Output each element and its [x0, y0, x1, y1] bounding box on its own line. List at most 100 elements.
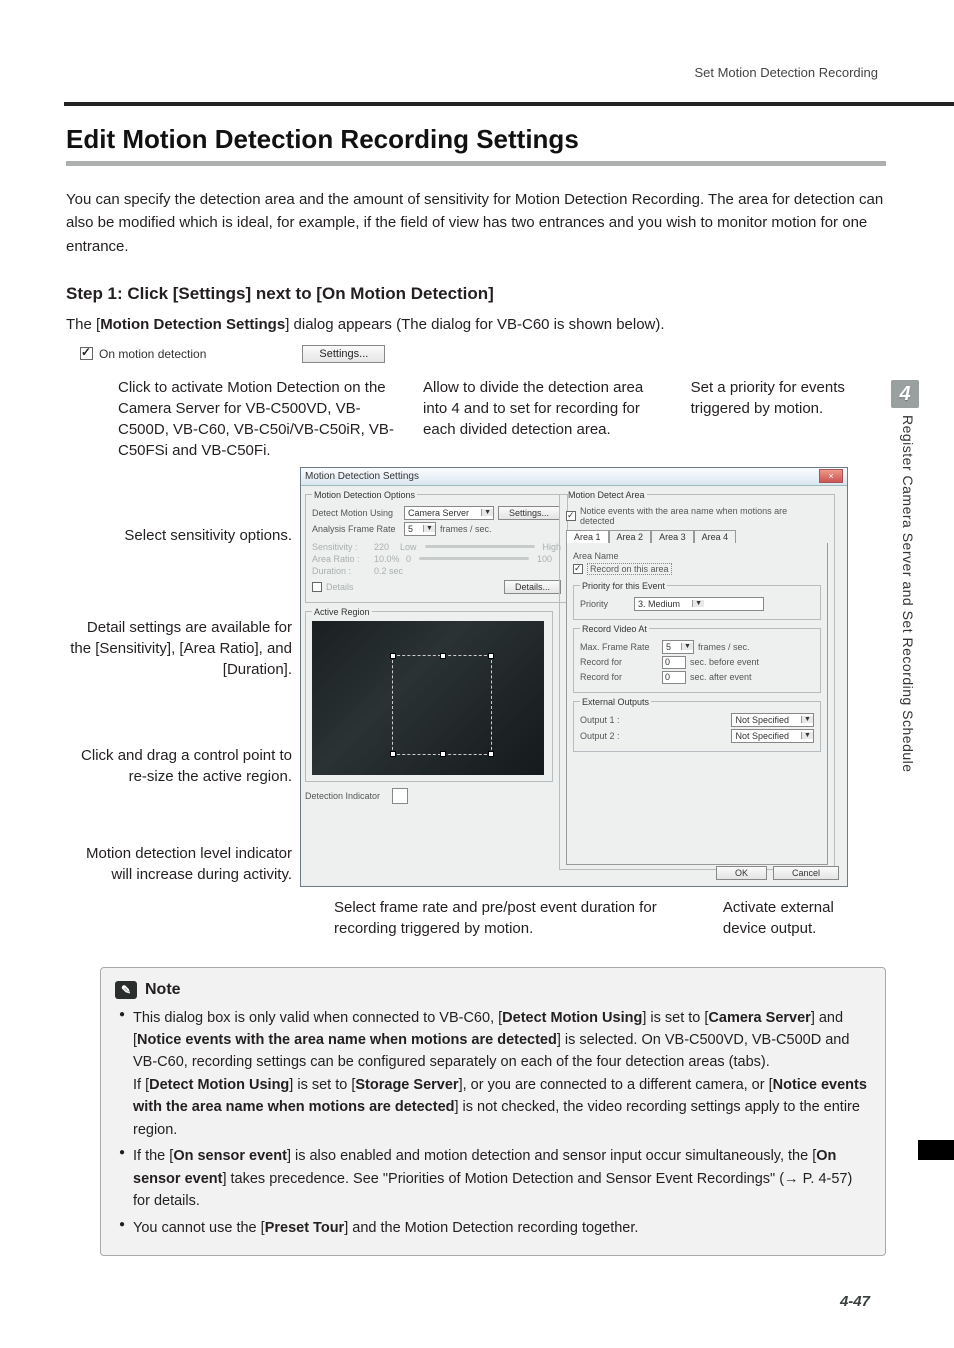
record-for-after-input[interactable]: 0 — [662, 671, 686, 684]
record-for-after-label: Record for — [580, 672, 658, 682]
notice-events-checkbox[interactable] — [566, 511, 576, 521]
title-rule — [66, 161, 886, 166]
step1-heading: Step 1: Click [Settings] next to [On Mot… — [66, 284, 878, 304]
callout-resize-region: Click and drag a control point to re-siz… — [66, 745, 292, 787]
page-number: 4-47 — [840, 1293, 870, 1310]
area-name-label: Area Name — [573, 551, 619, 561]
active-region-legend: Active Region — [312, 607, 372, 617]
callout-indicator: Motion detection level indicator will in… — [66, 843, 292, 885]
resize-handle[interactable] — [440, 653, 446, 659]
ok-button[interactable]: OK — [716, 866, 767, 880]
sensitivity-value: 220 — [374, 542, 396, 552]
max-frame-rate-select[interactable]: 5▼ — [662, 640, 694, 654]
details-checkbox[interactable] — [312, 582, 322, 592]
rva-legend: Record Video At — [580, 624, 649, 634]
area-ratio-slider[interactable] — [419, 557, 529, 560]
step1-subtext: The [Motion Detection Settings] dialog a… — [66, 316, 878, 333]
motion-detection-settings-dialog: Motion Detection Settings × Motion Detec… — [300, 467, 848, 887]
mda-legend: Motion Detect Area — [566, 490, 647, 500]
resize-handle[interactable] — [440, 751, 446, 757]
area-ratio-label: Area Ratio : — [312, 554, 370, 564]
output1-label: Output 1 : — [580, 715, 630, 725]
callout-details: Detail settings are available for the [S… — [66, 617, 292, 680]
output2-select[interactable]: Not Specified▼ — [731, 729, 814, 743]
on-motion-detection-row: On motion detection Settings... — [80, 345, 878, 363]
external-outputs-group: External Outputs Output 1 : Not Specifie… — [573, 697, 821, 752]
motion-detection-options-group: Motion Detection Options Detect Motion U… — [305, 490, 568, 603]
callout-sensitivity: Select sensitivity options. — [124, 525, 292, 546]
priority-group: Priority for this Event Priority 3. Medi… — [573, 581, 821, 620]
note-icon: ✎ — [115, 981, 137, 999]
chapter-tab: 4 — [891, 380, 919, 408]
area-ratio-value: 10.0% — [374, 554, 402, 564]
record-for-before-unit: sec. before event — [690, 657, 759, 667]
chevron-down-icon: ▼ — [692, 600, 704, 607]
record-on-area-checkbox[interactable] — [573, 564, 583, 574]
record-for-before-input[interactable]: 0 — [662, 656, 686, 669]
edge-marker — [918, 1140, 954, 1160]
settings-button[interactable]: Settings... — [302, 345, 385, 363]
priority-select[interactable]: 3. Medium▼ — [634, 597, 764, 611]
output2-label: Output 2 : — [580, 731, 630, 741]
detect-settings-button[interactable]: Settings... — [498, 506, 560, 520]
area-tabs: Area 1 Area 2 Area 3 Area 4 — [566, 530, 828, 543]
priority-legend: Priority for this Event — [580, 581, 667, 591]
afps-unit: frames / sec. — [440, 524, 492, 534]
chapter-side-title: Register Camera Server and Set Recording… — [900, 415, 916, 773]
resize-handle[interactable] — [488, 653, 494, 659]
sensitivity-label: Sensitivity : — [312, 542, 370, 552]
chevron-down-icon: ▼ — [681, 643, 693, 650]
priority-label: Priority — [580, 599, 630, 609]
details-checkbox-label: Details — [326, 582, 354, 592]
duration-label: Duration : — [312, 566, 370, 576]
record-on-area-label: Record on this area — [587, 563, 672, 575]
notice-events-label: Notice events with the area name when mo… — [580, 506, 810, 526]
note-item-2: If the [On sensor event] is also enabled… — [119, 1145, 871, 1212]
resize-handle[interactable] — [390, 653, 396, 659]
top-annotations: Click to activate Motion Detection on th… — [118, 377, 878, 461]
active-region-group: Active Region — [305, 607, 553, 782]
note-title: Note — [145, 978, 181, 1003]
analysis-frame-rate-select[interactable]: 5▼ — [404, 522, 436, 536]
record-for-before-label: Record for — [580, 657, 658, 667]
resize-handle[interactable] — [390, 751, 396, 757]
tab-area-1[interactable]: Area 1 — [566, 530, 609, 543]
detect-motion-using-label: Detect Motion Using — [312, 508, 400, 518]
detection-indicator-label: Detection Indicator — [305, 791, 380, 801]
low-label: Low — [400, 542, 417, 552]
max-frame-rate-label: Max. Frame Rate — [580, 642, 658, 652]
dialog-title: Motion Detection Settings — [305, 471, 419, 482]
close-icon[interactable]: × — [819, 469, 843, 483]
hundred-label: 100 — [537, 554, 552, 564]
ext-legend: External Outputs — [580, 697, 651, 707]
note-box: ✎ Note This dialog box is only valid whe… — [100, 967, 886, 1256]
detection-indicator-box — [392, 788, 408, 804]
bottom-annotations: Select frame rate and pre/post event dur… — [334, 897, 878, 939]
page-title: Edit Motion Detection Recording Settings — [66, 124, 878, 155]
annot-activate: Click to activate Motion Detection on th… — [118, 377, 399, 461]
intro-paragraph: You can specify the detection area and t… — [66, 188, 886, 258]
annot-frame-rate: Select frame rate and pre/post event dur… — [334, 897, 683, 939]
on-motion-detection-checkbox[interactable] — [80, 347, 93, 360]
tab-area-2[interactable]: Area 2 — [609, 530, 652, 543]
selection-rectangle[interactable] — [392, 655, 492, 755]
detect-motion-using-select[interactable]: Camera Server▼ — [404, 506, 494, 520]
duration-value: 0.2 sec — [374, 566, 403, 576]
running-header: Set Motion Detection Recording — [694, 65, 878, 80]
tab-area-4[interactable]: Area 4 — [694, 530, 737, 543]
max-frame-rate-unit: frames / sec. — [698, 642, 750, 652]
output1-select[interactable]: Not Specified▼ — [731, 713, 814, 727]
tab-area-3[interactable]: Area 3 — [651, 530, 694, 543]
resize-handle[interactable] — [488, 751, 494, 757]
cancel-button[interactable]: Cancel — [773, 866, 839, 880]
active-region-preview[interactable] — [312, 621, 544, 775]
sensitivity-slider[interactable] — [425, 545, 535, 548]
annot-external-output: Activate external device output. — [723, 897, 878, 939]
details-button[interactable]: Details... — [504, 580, 561, 594]
annot-divide-area: Allow to divide the detection area into … — [423, 377, 667, 461]
top-rule — [64, 102, 954, 106]
chevron-down-icon: ▼ — [481, 509, 493, 516]
mdo-legend: Motion Detection Options — [312, 490, 417, 500]
record-video-at-group: Record Video At Max. Frame Rate 5▼ frame… — [573, 624, 821, 693]
analysis-frame-rate-label: Analysis Frame Rate — [312, 524, 400, 534]
